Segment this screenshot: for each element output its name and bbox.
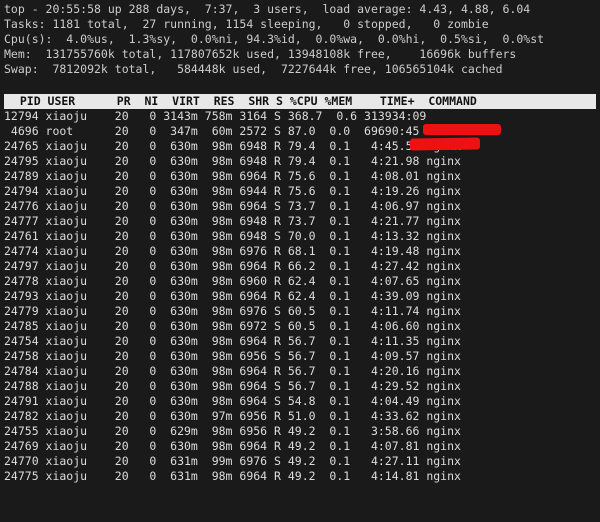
table-row: 24765 xiaoju 20 0 630m 98m 6948 R 79.4 0…	[4, 139, 596, 154]
table-row: 24784 xiaoju 20 0 630m 98m 6964 R 56.7 0…	[4, 364, 596, 379]
table-row: 24776 xiaoju 20 0 630m 98m 6964 S 73.7 0…	[4, 199, 596, 214]
table-row: 24788 xiaoju 20 0 630m 98m 6964 S 56.7 0…	[4, 379, 596, 394]
summary-cpu: Cpu(s): 4.0%us, 1.3%sy, 0.0%ni, 94.3%id,…	[4, 32, 596, 47]
table-row: 24770 xiaoju 20 0 631m 99m 6976 S 49.2 0…	[4, 454, 596, 469]
table-row: 24754 xiaoju 20 0 630m 98m 6964 R 56.7 0…	[4, 334, 596, 349]
table-row: 12794 xiaoju 20 0 3143m 758m 3164 S 368.…	[4, 109, 596, 124]
table-row: 24761 xiaoju 20 0 630m 98m 6948 S 70.0 0…	[4, 229, 596, 244]
table-row: 24777 xiaoju 20 0 630m 98m 6948 R 73.7 0…	[4, 214, 596, 229]
table-row: 24775 xiaoju 20 0 631m 98m 6964 R 49.2 0…	[4, 469, 596, 484]
table-row: 24758 xiaoju 20 0 630m 98m 6956 S 56.7 0…	[4, 349, 596, 364]
summary-mem: Mem: 131755760k total, 117807652k used, …	[4, 47, 596, 62]
table-row: 24797 xiaoju 20 0 630m 98m 6964 R 66.2 0…	[4, 259, 596, 274]
top-summary: top - 20:55:58 up 288 days, 7:37, 3 user…	[4, 2, 596, 77]
table-row: 4696 root 20 0 347m 60m 2572 S 87.0 0.0 …	[4, 124, 596, 139]
table-row: 24793 xiaoju 20 0 630m 98m 6964 R 62.4 0…	[4, 289, 596, 304]
table-row: 24755 xiaoju 20 0 629m 98m 6956 R 49.2 0…	[4, 424, 596, 439]
summary-swap: Swap: 7812092k total, 584448k used, 7227…	[4, 62, 596, 77]
table-row: 24769 xiaoju 20 0 630m 98m 6964 R 49.2 0…	[4, 439, 596, 454]
table-row: 24795 xiaoju 20 0 630m 98m 6948 R 79.4 0…	[4, 154, 596, 169]
table-row: 24789 xiaoju 20 0 630m 98m 6964 R 75.6 0…	[4, 169, 596, 184]
table-row: 24774 xiaoju 20 0 630m 98m 6976 R 68.1 0…	[4, 244, 596, 259]
process-table-body: 12794 xiaoju 20 0 3143m 758m 3164 S 368.…	[4, 109, 596, 484]
process-table-header: PID USER PR NI VIRT RES SHR S %CPU %MEM …	[4, 94, 596, 109]
table-row: 24785 xiaoju 20 0 630m 98m 6972 S 60.5 0…	[4, 319, 596, 334]
table-row: 24782 xiaoju 20 0 630m 97m 6956 R 51.0 0…	[4, 409, 596, 424]
summary-uptime: top - 20:55:58 up 288 days, 7:37, 3 user…	[4, 2, 596, 17]
table-row: 24779 xiaoju 20 0 630m 98m 6976 S 60.5 0…	[4, 304, 596, 319]
terminal[interactable]: top - 20:55:58 up 288 days, 7:37, 3 user…	[0, 0, 600, 484]
table-row: 24778 xiaoju 20 0 630m 98m 6960 R 62.4 0…	[4, 274, 596, 289]
table-row: 24791 xiaoju 20 0 630m 98m 6964 S 54.8 0…	[4, 394, 596, 409]
table-row: 24794 xiaoju 20 0 630m 98m 6944 R 75.6 0…	[4, 184, 596, 199]
summary-tasks: Tasks: 1181 total, 27 running, 1154 slee…	[4, 17, 596, 32]
